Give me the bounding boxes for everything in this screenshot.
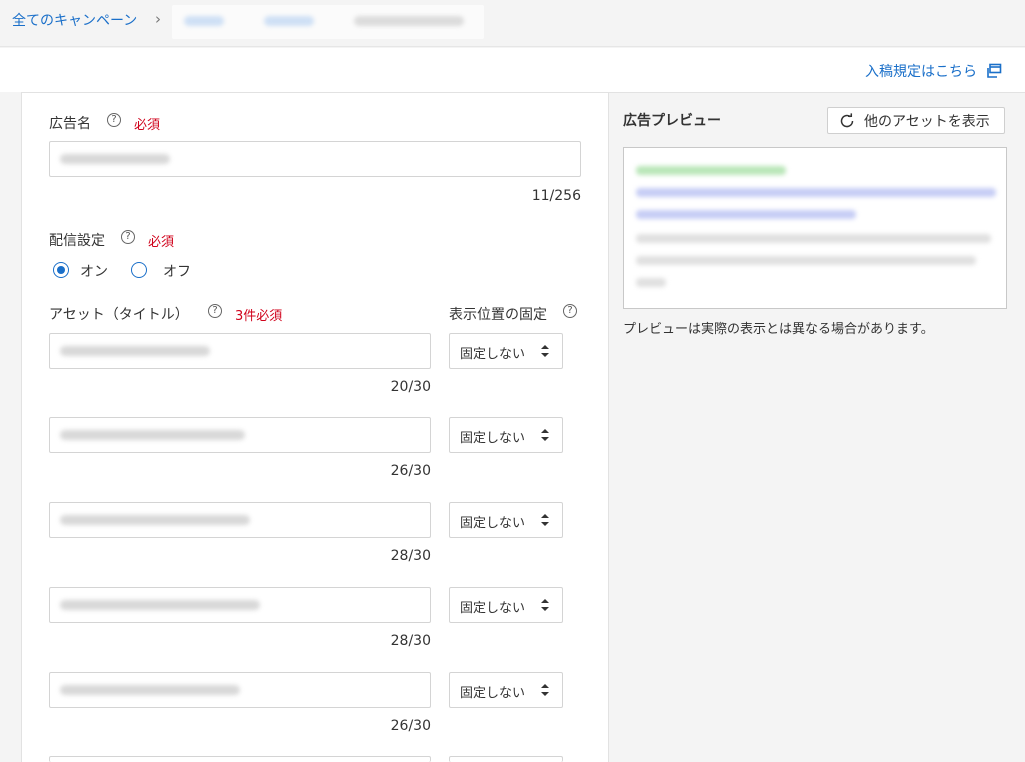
assets-required: 3件必須 [235,309,283,324]
position-select[interactable]: 固定しない [449,672,563,708]
breadcrumb-separator: › [155,10,161,28]
delivery-off-radio[interactable] [131,262,147,278]
delivery-label: 配信設定 [49,233,105,249]
sort-arrows-icon [541,345,549,357]
ad-name-required: 必須 [134,118,161,133]
delivery-on-radio[interactable] [53,262,69,278]
position-select[interactable]: 固定しない [449,587,563,623]
asset-counter: 28/30 [390,548,431,564]
breadcrumb-all-campaigns[interactable]: 全てのキャンペーン [12,10,137,30]
sort-arrows-icon [541,514,549,526]
asset-counter: 20/30 [390,379,431,395]
ad-name-counter: 11/256 [531,188,581,204]
position-select[interactable]: 固定しない [449,333,563,369]
ad-name-input[interactable] [49,141,581,177]
sort-arrows-icon [541,429,549,441]
breadcrumb: 全てのキャンペーン › [0,0,1025,47]
position-fix-label: 表示位置の固定 [449,307,547,323]
help-icon[interactable]: ? [121,230,135,244]
rules-link[interactable]: 入稿規定はこちら [865,61,977,81]
delivery-off-label: オフ [163,264,191,280]
position-select[interactable] [449,756,563,762]
position-select[interactable]: 固定しない [449,417,563,453]
sort-arrows-icon [541,599,549,611]
help-icon[interactable]: ? [563,304,577,318]
asset-title-input[interactable] [49,502,431,538]
breadcrumb-redacted [172,5,484,39]
asset-title-input[interactable] [49,417,431,453]
asset-counter: 26/30 [390,463,431,479]
help-icon[interactable]: ? [208,304,222,318]
show-other-assets-button[interactable]: 他のアセットを表示 [827,107,1005,134]
asset-counter: 26/30 [390,718,431,734]
asset-title-input[interactable] [49,333,431,369]
asset-counter: 28/30 [390,633,431,649]
ad-preview-box [623,147,1007,309]
preview-note: プレビューは実際の表示とは異なる場合があります。 [623,322,934,337]
ad-name-label: 広告名 [49,116,91,132]
asset-title-input[interactable] [49,672,431,708]
delivery-required: 必須 [148,235,175,250]
asset-title-input[interactable] [49,587,431,623]
delivery-on-label: オン [80,264,108,280]
position-select[interactable]: 固定しない [449,502,563,538]
assets-label: アセット（タイトル） [49,307,189,323]
help-icon[interactable]: ? [107,113,121,127]
external-window-icon[interactable] [986,63,1002,79]
sort-arrows-icon [541,684,549,696]
asset-title-input[interactable] [49,756,431,762]
refresh-icon [840,113,854,128]
preview-title: 広告プレビュー [623,113,721,129]
